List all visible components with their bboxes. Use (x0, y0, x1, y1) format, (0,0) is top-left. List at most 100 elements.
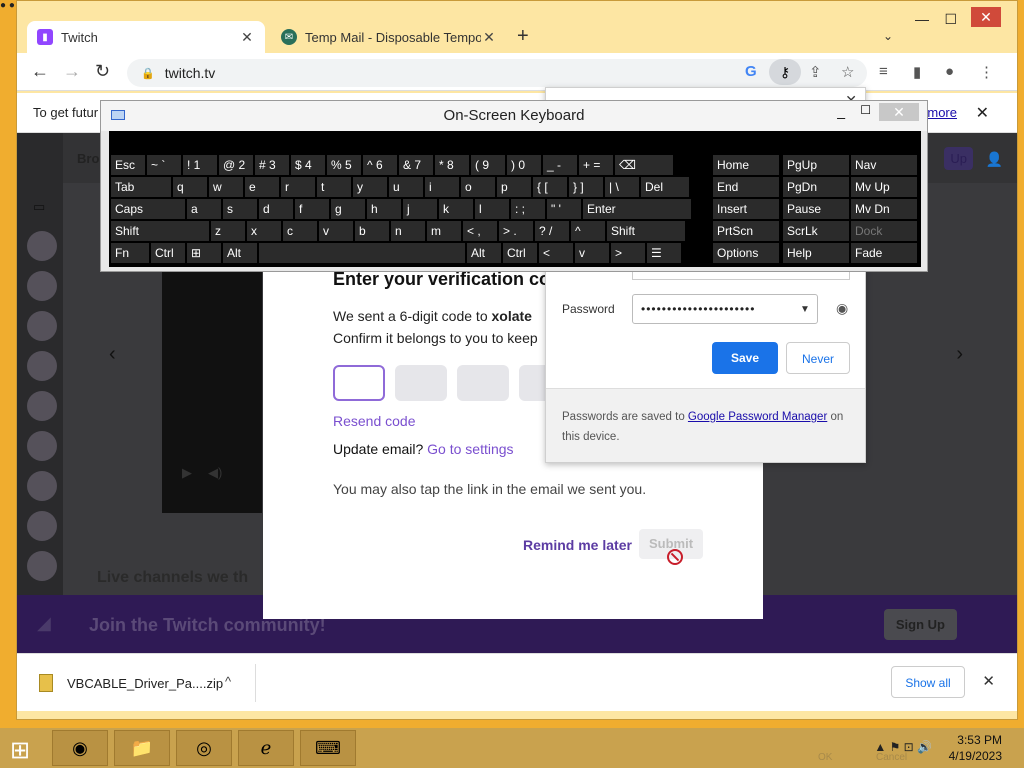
menu-icon[interactable]: ⋮ (979, 63, 994, 81)
osk-key[interactable]: Tab (111, 177, 171, 197)
caret-down-icon[interactable]: ▼ (800, 304, 810, 315)
osk-key[interactable]: ( 9 (471, 155, 505, 175)
osk-nav-key[interactable]: PgDn (783, 177, 849, 197)
osk-nav-key[interactable]: Home (713, 155, 779, 175)
osk-key[interactable]: n (391, 221, 425, 241)
minimize-icon[interactable]: — (915, 11, 929, 27)
osk-key[interactable]: v (319, 221, 353, 241)
key-icon[interactable]: ⚷ (769, 59, 801, 85)
osk-key[interactable]: Shift (111, 221, 209, 241)
osk-key[interactable]: Alt (223, 243, 257, 263)
never-button[interactable]: Never (786, 342, 850, 374)
osk-key[interactable]: d (259, 199, 293, 219)
osk-titlebar[interactable]: On-Screen Keyboard (101, 101, 927, 131)
osk-key[interactable]: ⊞ (187, 243, 221, 263)
osk-key[interactable]: w (209, 177, 243, 197)
osk-key[interactable]: > . (499, 221, 533, 241)
windows-start-icon[interactable]: ⊞ (10, 736, 30, 765)
osk-key[interactable]: Fn (111, 243, 149, 263)
header-signup-button[interactable]: Up (944, 147, 973, 170)
tab-close-icon[interactable]: ✕ (239, 29, 255, 46)
signup-button[interactable]: Sign Up (883, 609, 957, 640)
osk-key[interactable]: v (575, 243, 609, 263)
osk-key[interactable]: | \ (605, 177, 639, 197)
osk-key[interactable]: Alt (467, 243, 501, 263)
eye-icon[interactable]: ◉ (836, 300, 848, 317)
code-digit-input[interactable] (457, 365, 509, 401)
osk-key[interactable]: Del (641, 177, 689, 197)
tab-close-icon[interactable]: ✕ (481, 29, 497, 46)
remind-later-button[interactable]: Remind me later (523, 537, 632, 553)
channel-avatar[interactable] (27, 431, 57, 461)
code-digit-input[interactable] (395, 365, 447, 401)
osk-key[interactable]: j (403, 199, 437, 219)
new-tab-icon[interactable]: + (517, 25, 529, 48)
show-all-button[interactable]: Show all (891, 666, 965, 698)
osk-key[interactable]: t (317, 177, 351, 197)
osk-key[interactable]: m (427, 221, 461, 241)
google-icon[interactable]: G (745, 63, 757, 80)
osk-key[interactable]: Enter (583, 199, 691, 219)
close-window-icon[interactable]: ✕ (971, 7, 1001, 27)
osk-key[interactable]: a (187, 199, 221, 219)
video-player[interactable]: ▶ ◀) (162, 253, 262, 513)
download-filename[interactable]: VBCABLE_Driver_Pa....zip (67, 676, 223, 691)
osk-key[interactable]: ! 1 (183, 155, 217, 175)
chrome-taskbar-icon[interactable]: ◉ (52, 730, 108, 766)
carousel-right-icon[interactable]: › (956, 343, 963, 366)
osk-key[interactable]: < , (463, 221, 497, 241)
osk-taskbar-icon[interactable]: ⌨ (300, 730, 356, 766)
chevron-down-icon[interactable]: ⌄ (883, 29, 893, 43)
browse-link[interactable]: Bro (77, 151, 99, 166)
osk-key[interactable]: h (367, 199, 401, 219)
osk-key[interactable]: % 5 (327, 155, 361, 175)
osk-key[interactable]: ⌫ (615, 155, 673, 175)
code-digit-input[interactable] (333, 365, 385, 401)
reload-icon[interactable]: ↻ (95, 61, 110, 82)
osk-key[interactable]: f (295, 199, 329, 219)
osk-key[interactable]: * 8 (435, 155, 469, 175)
osk-nav-key[interactable]: Nav (851, 155, 917, 175)
osk-nav-key[interactable]: End (713, 177, 779, 197)
osk-key[interactable]: " ' (547, 199, 581, 219)
osk-key[interactable]: x (247, 221, 281, 241)
profile-icon[interactable]: ● (945, 63, 954, 80)
osk-key[interactable]: s (223, 199, 257, 219)
clock[interactable]: 3:53 PM 4/19/2023 (949, 732, 1002, 764)
channel-avatar[interactable] (27, 351, 57, 381)
osk-key[interactable]: < (539, 243, 573, 263)
forward-icon[interactable]: → (63, 61, 81, 82)
osk-key[interactable]: Ctrl (503, 243, 537, 263)
osk-key[interactable]: r (281, 177, 315, 197)
go-to-settings-link[interactable]: Go to settings (427, 441, 513, 457)
osk-key[interactable]: ) 0 (507, 155, 541, 175)
osk-key[interactable]: ^ 6 (363, 155, 397, 175)
password-field[interactable]: •••••••••••••••••••••• (632, 294, 818, 324)
channel-avatar[interactable] (27, 311, 57, 341)
channel-avatar[interactable] (27, 471, 57, 501)
channel-avatar[interactable] (27, 271, 57, 301)
osk-key[interactable]: l (475, 199, 509, 219)
lock-icon[interactable]: 🔒 (141, 67, 155, 80)
play-icon[interactable]: ▶ (182, 465, 192, 481)
channel-avatar[interactable] (27, 551, 57, 581)
osk-key[interactable]: q (173, 177, 207, 197)
tab-twitch[interactable]: ▮ Twitch ✕ (27, 21, 265, 53)
system-tray[interactable]: ▲ ⚑ ⊡ 🔊 (874, 740, 932, 754)
osk-key[interactable]: u (389, 177, 423, 197)
osk-key[interactable]: e (245, 177, 279, 197)
osk-nav-key[interactable]: Mv Dn (851, 199, 917, 219)
reading-list-icon[interactable]: ≡ (879, 63, 888, 80)
resend-code-link[interactable]: Resend code (333, 413, 416, 429)
close-icon[interactable]: ✕ (982, 672, 995, 690)
osk-key[interactable]: + = (579, 155, 613, 175)
osk-key[interactable]: i (425, 177, 459, 197)
osk-key[interactable]: _ - (543, 155, 577, 175)
osk-key[interactable]: $ 4 (291, 155, 325, 175)
file-explorer-icon[interactable]: 📁 (114, 730, 170, 766)
osk-key[interactable]: & 7 (399, 155, 433, 175)
osk-key[interactable]: @ 2 (219, 155, 253, 175)
osk-nav-key[interactable]: PrtScn (713, 221, 779, 241)
osk-key[interactable]: Caps (111, 199, 185, 219)
osk-key[interactable]: p (497, 177, 531, 197)
